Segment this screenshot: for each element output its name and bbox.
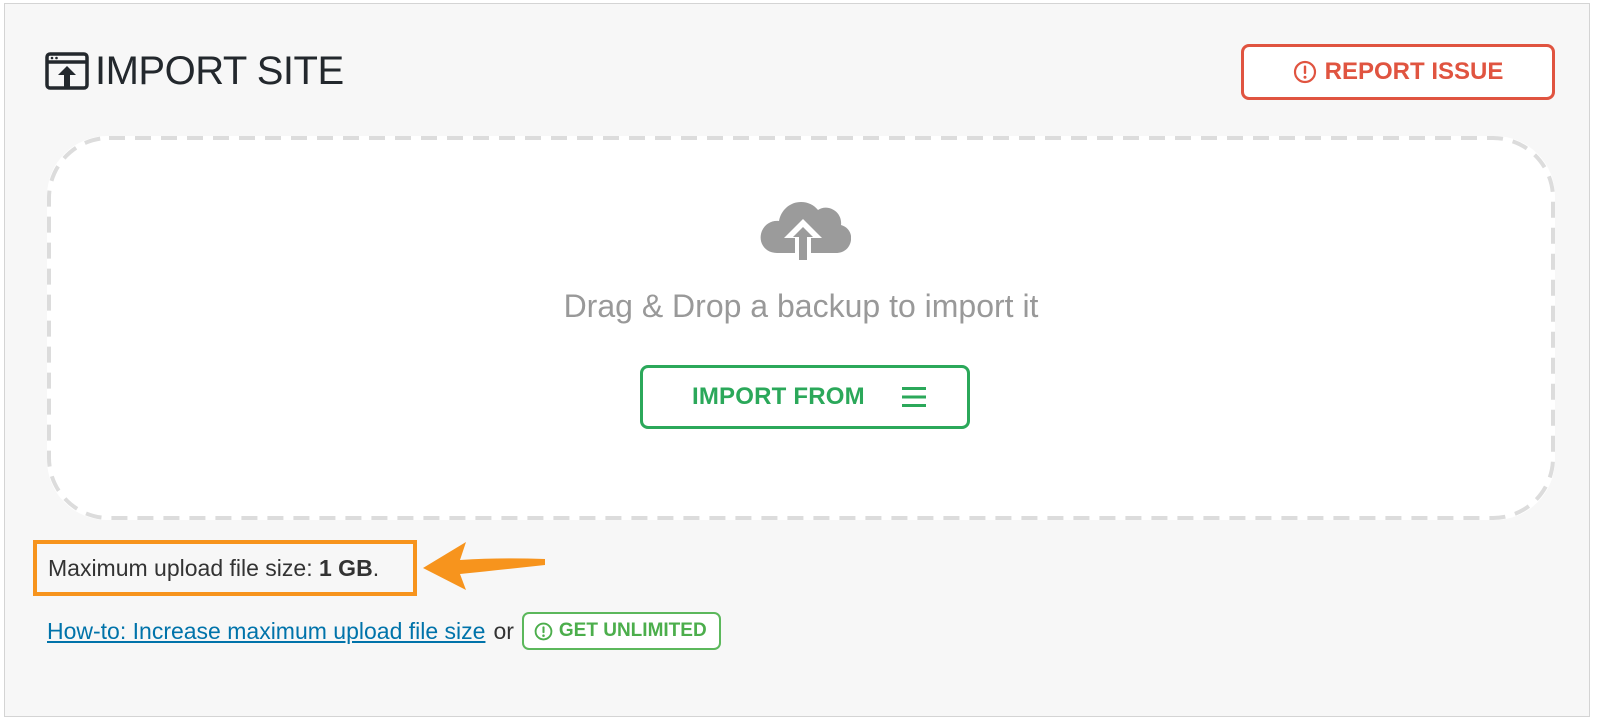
report-issue-label: REPORT ISSUE [1324,58,1504,85]
get-unlimited-button[interactable]: GET UNLIMITED [521,612,721,650]
annotation-arrow-icon [423,542,545,590]
page-title: IMPORT SITE [45,46,344,96]
drop-instructions: Drag & Drop a backup to import it [563,288,1039,324]
upload-limit-suffix: . [372,554,380,581]
import-from-button[interactable]: IMPORT FROM [640,365,970,429]
import-site-icon [45,52,89,90]
get-unlimited-label: GET UNLIMITED [558,620,707,641]
upload-limit-value: 1 GB [319,554,373,581]
or-text: or [493,617,514,644]
upload-help-line: How-to: Increase maximum upload file siz… [47,611,721,651]
report-issue-button[interactable]: REPORT ISSUE [1241,44,1555,100]
drop-zone[interactable]: Drag & Drop a backup to import it IMPORT… [47,136,1555,520]
page-title-text: IMPORT SITE [95,48,344,93]
exclamation-circle-icon [1293,60,1316,84]
upload-limit-label: Maximum upload file size: [48,554,313,581]
howto-increase-upload-link[interactable]: How-to: Increase maximum upload file siz… [47,618,485,645]
upload-limit-highlight: Maximum upload file size: 1 GB. [33,540,417,596]
import-from-label: IMPORT FROM [692,383,865,410]
exclamation-circle-icon [534,622,553,640]
menu-icon [902,387,926,407]
cloud-upload-icon [760,202,851,264]
import-panel: IMPORT SITE REPORT ISSUE Drag & Drop a b… [4,3,1590,717]
